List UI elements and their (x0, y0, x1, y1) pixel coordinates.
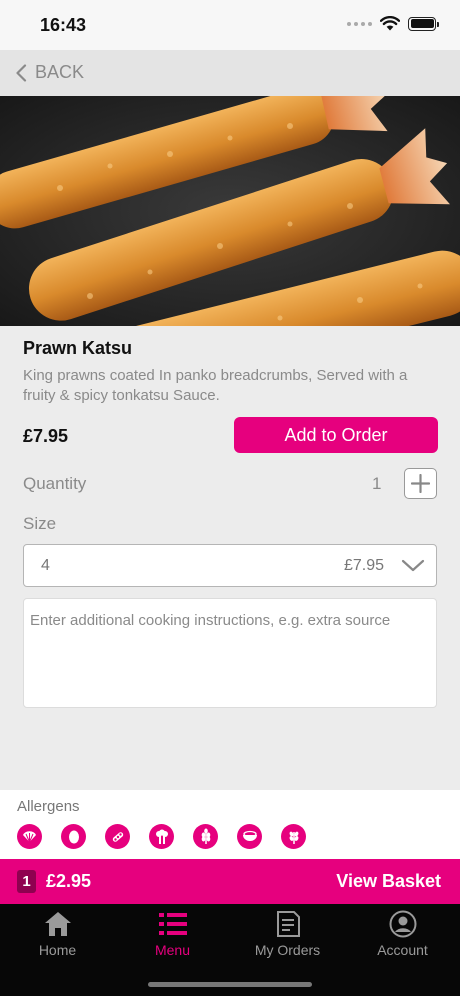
wheat-icon (193, 824, 218, 849)
home-indicator (148, 982, 312, 987)
size-dropdown[interactable]: 4 £7.95 (23, 544, 437, 587)
product-image (0, 96, 460, 326)
size-selected-value: 4 (41, 557, 50, 574)
nav-bar: BACK (0, 50, 460, 96)
soya-icon (105, 824, 130, 849)
celery-icon (149, 824, 174, 849)
size-label: Size (23, 514, 57, 533)
tab-menu-label: Menu (154, 942, 191, 958)
plus-icon (411, 474, 430, 493)
product-description: King prawns coated In panko breadcrumbs,… (23, 367, 408, 404)
account-icon (389, 910, 416, 938)
cellular-signal-icon (347, 21, 372, 26)
chevron-left-icon (16, 63, 27, 82)
home-icon (44, 912, 71, 936)
wifi-icon (380, 16, 400, 31)
tab-home[interactable]: Home (0, 910, 115, 958)
menu-icon (158, 913, 187, 935)
battery-icon (408, 16, 439, 31)
view-basket-button[interactable]: View Basket (336, 871, 441, 892)
status-time: 16:43 (40, 15, 87, 35)
tab-bar: Home Menu My Orders Account (0, 904, 460, 996)
allergen-icon-list (17, 824, 306, 849)
tab-home-label: Home (38, 942, 77, 958)
quantity-increase-button[interactable] (404, 468, 437, 499)
orders-icon (276, 911, 300, 937)
basket-total: £2.95 (46, 871, 92, 891)
allergens-section: Allergens (0, 790, 460, 859)
tab-my-orders-label: My Orders (254, 942, 321, 958)
basket-bar[interactable]: 1 £2.95 View Basket (0, 859, 460, 904)
gluten-icon (281, 824, 306, 849)
tab-my-orders[interactable]: My Orders (230, 910, 345, 958)
product-name: Prawn Katsu (23, 338, 133, 358)
product-details: Prawn Katsu King prawns coated In panko … (0, 326, 460, 790)
quantity-label: Quantity (23, 474, 87, 493)
back-button[interactable]: BACK (15, 62, 84, 83)
basket-count-badge: 1 (17, 870, 36, 893)
tab-menu[interactable]: Menu (115, 910, 230, 958)
cooking-instructions-input[interactable] (23, 598, 437, 708)
tab-account-label: Account (377, 942, 428, 958)
back-label: BACK (35, 62, 85, 82)
sesame-icon (237, 824, 262, 849)
add-to-order-button[interactable]: Add to Order (234, 417, 438, 453)
status-bar: 16:43 (0, 0, 460, 50)
product-price: £7.95 (23, 426, 69, 446)
size-selected-price: £7.95 (343, 557, 384, 574)
quantity-value: 1 (372, 474, 382, 493)
status-icons (347, 16, 439, 31)
tab-account[interactable]: Account (345, 910, 460, 958)
allergens-title: Allergens (17, 798, 80, 815)
shellfish-icon (17, 824, 42, 849)
egg-icon (61, 824, 86, 849)
chevron-down-icon (401, 559, 425, 572)
